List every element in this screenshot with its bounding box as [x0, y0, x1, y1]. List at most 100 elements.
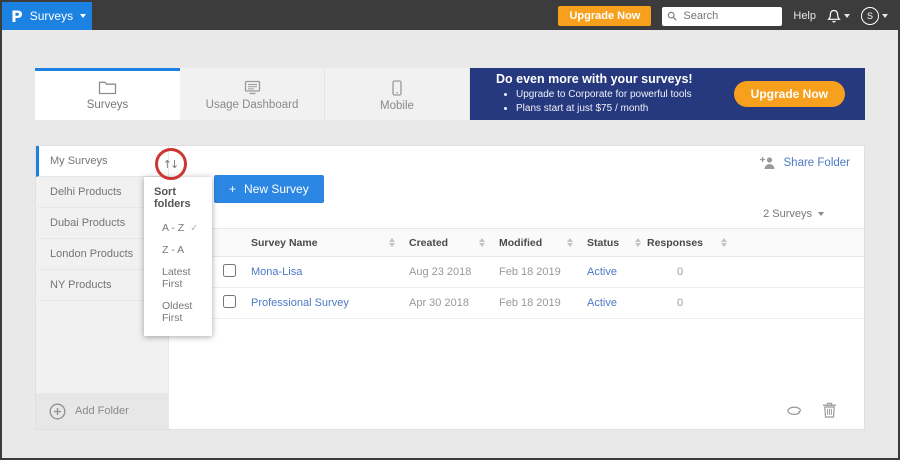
- top-bar: P Surveys Upgrade Now Help S: [2, 2, 898, 30]
- status-badge[interactable]: Active: [587, 266, 617, 278]
- search-icon: [668, 11, 677, 21]
- plus-circle-icon: [49, 403, 66, 419]
- annotation-circle: ↑↓: [155, 148, 187, 180]
- table-row: Professional Survey Apr 30 2018 Feb 18 2…: [169, 288, 864, 319]
- trash-icon[interactable]: [822, 402, 837, 418]
- modified-cell: Feb 18 2019: [499, 297, 561, 309]
- add-folder-button[interactable]: Add Folder: [36, 393, 168, 429]
- mobile-icon: [392, 79, 402, 96]
- check-icon: ✓: [190, 222, 199, 234]
- sort-folders-menu: Sort folders A - Z ✓ Z - A Latest First …: [144, 177, 212, 336]
- tab-surveys[interactable]: Surveys: [35, 68, 180, 120]
- banner-title: Do even more with your surveys!: [496, 72, 693, 86]
- menu-item-oldest-first[interactable]: Oldest First: [144, 295, 212, 329]
- table-header-row: Survey Name Created Modified Status Resp…: [169, 228, 864, 257]
- brand-logo-icon: P: [11, 6, 23, 26]
- sort-folders-icon[interactable]: ↑↓: [163, 158, 179, 171]
- created-cell: Apr 30 2018: [409, 297, 469, 309]
- column-label: Responses: [647, 236, 704, 249]
- restore-icon[interactable]: [785, 403, 804, 417]
- column-label: Created: [409, 236, 449, 249]
- tab-mobile[interactable]: Mobile: [325, 68, 470, 120]
- tab-usage-dashboard[interactable]: Usage Dashboard: [180, 68, 325, 120]
- column-header-status[interactable]: Status: [587, 237, 647, 249]
- surveys-table: Survey Name Created Modified Status Resp…: [169, 228, 864, 319]
- responses-cell: 0: [677, 297, 684, 309]
- sort-arrows-icon: [635, 238, 641, 247]
- surveys-panel: My Surveys Delhi Products Dubai Products…: [35, 145, 865, 430]
- row-checkbox-cell: [223, 295, 251, 311]
- modified-cell: Feb 18 2019: [499, 266, 561, 278]
- tab-label: Mobile: [380, 99, 414, 112]
- column-header-survey-name[interactable]: Survey Name: [251, 237, 409, 249]
- status-cell: Active: [587, 266, 647, 278]
- banner-bullets: Upgrade to Corporate for powerful tools …: [486, 88, 693, 116]
- upgrade-now-button[interactable]: Upgrade Now: [558, 6, 652, 26]
- column-header-responses[interactable]: Responses: [647, 237, 733, 249]
- chevron-down-icon: [882, 14, 888, 18]
- plus-icon: +: [229, 182, 237, 196]
- search-input[interactable]: [681, 9, 778, 23]
- folder-icon: [98, 81, 117, 95]
- survey-count-dropdown[interactable]: 2 Surveys: [763, 208, 824, 220]
- notifications-menu[interactable]: [827, 9, 850, 24]
- menu-item-a-z[interactable]: A - Z ✓: [144, 217, 212, 239]
- share-folder-link[interactable]: Share Folder: [759, 156, 850, 169]
- created-cell: Aug 23 2018: [409, 266, 472, 278]
- tab-label: Surveys: [86, 99, 129, 111]
- banner-bullet: Upgrade to Corporate for powerful tools: [516, 88, 693, 102]
- column-label: Survey Name: [251, 236, 318, 249]
- sort-arrows-icon: [721, 238, 727, 247]
- column-header-created[interactable]: Created: [409, 237, 499, 249]
- chevron-down-icon: [818, 212, 824, 216]
- account-menu[interactable]: S: [861, 7, 888, 25]
- bulk-action-icons: [785, 402, 837, 418]
- row-checkbox[interactable]: [223, 295, 236, 308]
- new-survey-label: New Survey: [244, 182, 309, 196]
- column-label: Modified: [499, 236, 543, 249]
- share-person-icon: [759, 157, 775, 169]
- menu-item-label: Latest First: [162, 266, 191, 290]
- survey-count-label: 2 Surveys: [763, 208, 812, 220]
- table-row: Mona-Lisa Aug 23 2018 Feb 18 2019 Active…: [169, 257, 864, 288]
- help-link[interactable]: Help: [793, 10, 816, 22]
- upgrade-banner: Do even more with your surveys! Upgrade …: [470, 68, 865, 120]
- avatar: S: [861, 7, 879, 25]
- tab-label: Usage Dashboard: [205, 99, 299, 111]
- status-badge[interactable]: Active: [587, 297, 617, 309]
- column-label: Status: [587, 236, 620, 249]
- banner-text: Do even more with your surveys! Upgrade …: [486, 72, 693, 116]
- bell-icon: [827, 9, 841, 22]
- menu-item-z-a[interactable]: Z - A: [144, 239, 212, 261]
- survey-name-link[interactable]: Mona-Lisa: [251, 266, 302, 278]
- sidebar-item-my-surveys[interactable]: My Surveys: [36, 146, 168, 177]
- sort-arrows-icon: [567, 238, 573, 247]
- banner-upgrade-button[interactable]: Upgrade Now: [733, 81, 845, 107]
- product-name: Surveys: [29, 9, 74, 23]
- row-checkbox[interactable]: [223, 264, 236, 277]
- topbar-actions: Upgrade Now Help S: [558, 2, 898, 30]
- survey-name-link[interactable]: Professional Survey: [251, 297, 349, 309]
- search-box[interactable]: [662, 6, 783, 26]
- add-folder-label: Add Folder: [75, 405, 129, 417]
- row-checkbox-cell: [223, 264, 251, 280]
- status-cell: Active: [587, 297, 647, 309]
- dashboard-icon: [244, 80, 260, 95]
- tabs-row: Surveys Usage Dashboard Mobile Do even m…: [35, 68, 865, 120]
- chevron-down-icon: [844, 14, 850, 18]
- survey-list-area: Share Folder + New Survey 2 Surveys Surv…: [169, 146, 864, 429]
- menu-item-latest-first[interactable]: Latest First: [144, 261, 212, 295]
- new-survey-button[interactable]: + New Survey: [214, 175, 324, 203]
- menu-item-label: Z - A: [162, 244, 185, 256]
- sort-arrows-icon: [389, 238, 395, 247]
- menu-item-label: A - Z: [162, 222, 185, 234]
- column-header-modified[interactable]: Modified: [499, 237, 587, 249]
- banner-bullet: Plans start at just $75 / month: [516, 102, 693, 116]
- share-folder-label: Share Folder: [783, 156, 850, 169]
- menu-item-label: Oldest First: [162, 300, 193, 324]
- sort-menu-title: Sort folders: [154, 186, 191, 210]
- responses-cell: 0: [677, 266, 684, 278]
- chevron-down-icon: [80, 14, 87, 18]
- sort-arrows-icon: [479, 238, 485, 247]
- product-switcher[interactable]: P Surveys: [2, 2, 92, 30]
